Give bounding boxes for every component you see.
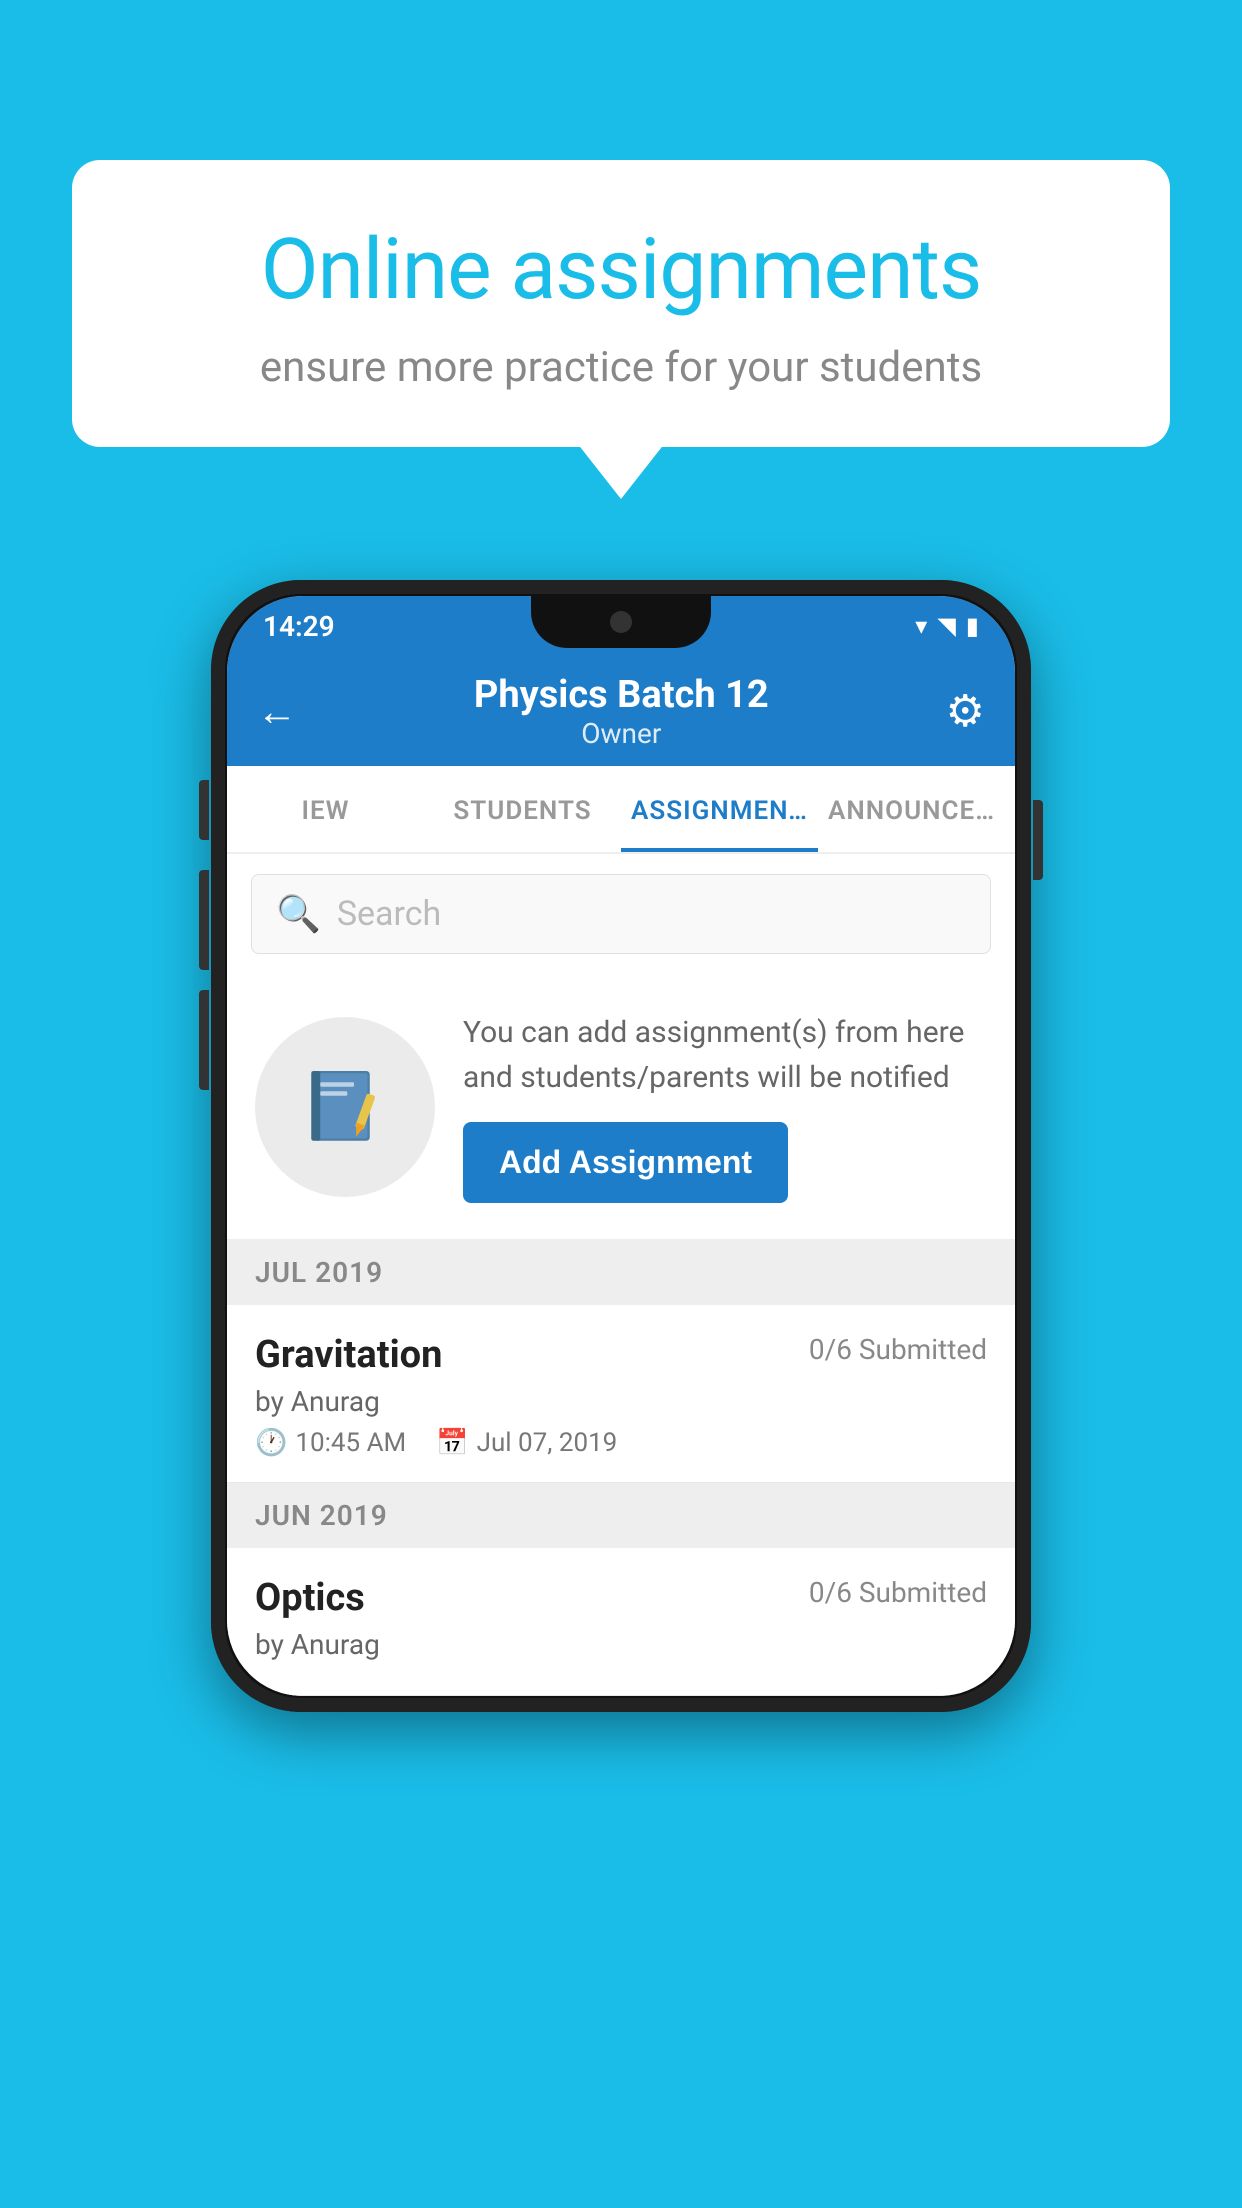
add-assignment-section: You can add assignment(s) from here and …	[227, 974, 1015, 1240]
status-time: 14:29	[263, 610, 335, 643]
tab-announcements[interactable]: ANNOUNCEME	[818, 766, 1015, 852]
assignment-date: 📅 Jul 07, 2019	[436, 1428, 617, 1458]
assignment-submitted-optics: 0/6 Submitted	[809, 1576, 987, 1609]
notebook-icon-circle	[255, 1017, 435, 1197]
battery-icon: ▮	[966, 612, 979, 640]
assignment-name-optics: Optics	[255, 1576, 365, 1620]
assignment-submitted: 0/6 Submitted	[809, 1333, 987, 1366]
add-assignment-button[interactable]: Add Assignment	[463, 1122, 788, 1203]
wifi-icon: ▾	[915, 612, 927, 640]
search-box[interactable]: 🔍 Search	[251, 874, 991, 954]
search-container: 🔍 Search	[227, 854, 1015, 974]
tabs-bar: IEW STUDENTS ASSIGNMENTS ANNOUNCEME	[227, 766, 1015, 854]
add-assignment-description: You can add assignment(s) from here and …	[463, 1010, 987, 1100]
header-title-block: Physics Batch 12 Owner	[474, 673, 769, 750]
phone-notch	[531, 596, 711, 648]
speech-bubble-container: Online assignments ensure more practice …	[72, 160, 1170, 447]
assignment-by-optics: by Anurag	[255, 1628, 987, 1661]
app-header: ← Physics Batch 12 Owner ⚙	[227, 656, 1015, 766]
assignment-name: Gravitation	[255, 1333, 442, 1377]
tab-iew[interactable]: IEW	[227, 766, 424, 852]
assignment-date-value: Jul 07, 2019	[477, 1428, 618, 1458]
phone-screen: 14:29 ▾ ◥ ▮ ← Physics Batch 12 Owner ⚙ I…	[227, 596, 1015, 1696]
calendar-icon: 📅	[436, 1428, 468, 1458]
tab-assignments[interactable]: ASSIGNMENTS	[621, 766, 818, 852]
header-title: Physics Batch 12	[474, 673, 769, 717]
assignment-item-optics[interactable]: Optics 0/6 Submitted by Anurag	[227, 1548, 1015, 1696]
assignment-header-row: Gravitation 0/6 Submitted	[255, 1333, 987, 1377]
mute-button	[199, 780, 209, 840]
settings-icon[interactable]: ⚙	[946, 685, 985, 737]
section-header-jun2019: JUN 2019	[227, 1483, 1015, 1548]
assignment-header-row-optics: Optics 0/6 Submitted	[255, 1576, 987, 1620]
volume-down-button	[199, 990, 209, 1090]
phone-frame: 14:29 ▾ ◥ ▮ ← Physics Batch 12 Owner ⚙ I…	[211, 580, 1031, 1712]
status-icons: ▾ ◥ ▮	[915, 612, 979, 640]
search-icon: 🔍	[276, 893, 321, 935]
assignment-item-gravitation[interactable]: Gravitation 0/6 Submitted by Anurag 🕐 10…	[227, 1305, 1015, 1483]
assignment-time: 🕐 10:45 AM	[255, 1428, 406, 1458]
speech-bubble-subtitle: ensure more practice for your students	[142, 343, 1100, 392]
section-header-jul2019: JUL 2019	[227, 1240, 1015, 1305]
assignment-time-value: 10:45 AM	[295, 1428, 406, 1458]
clock-icon: 🕐	[255, 1428, 287, 1458]
tab-students[interactable]: STUDENTS	[424, 766, 621, 852]
volume-up-button	[199, 870, 209, 970]
front-camera	[610, 611, 632, 633]
power-button	[1033, 800, 1043, 880]
header-subtitle: Owner	[474, 717, 769, 750]
back-button[interactable]: ←	[257, 688, 297, 735]
signal-icon: ◥	[937, 612, 955, 640]
add-assignment-content: You can add assignment(s) from here and …	[463, 1010, 987, 1203]
notebook-svg	[300, 1062, 390, 1152]
speech-bubble: Online assignments ensure more practice …	[72, 160, 1170, 447]
phone-mockup: 14:29 ▾ ◥ ▮ ← Physics Batch 12 Owner ⚙ I…	[211, 580, 1031, 1712]
search-placeholder: Search	[337, 894, 441, 934]
speech-bubble-title: Online assignments	[142, 220, 1100, 319]
assignment-by: by Anurag	[255, 1385, 987, 1418]
assignment-meta: 🕐 10:45 AM 📅 Jul 07, 2019	[255, 1428, 987, 1458]
